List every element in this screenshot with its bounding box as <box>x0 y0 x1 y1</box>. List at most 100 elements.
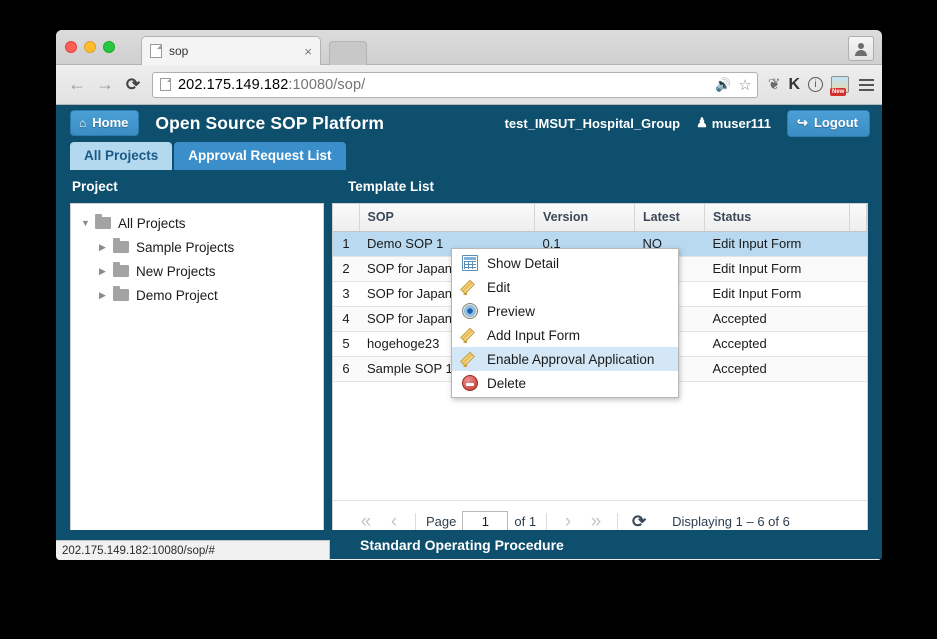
forward-icon[interactable]: → <box>92 72 118 98</box>
tree-item-all-projects[interactable]: ▼ All Projects <box>71 211 323 235</box>
context-menu-item-preview[interactable]: Preview <box>452 299 678 323</box>
template-list-panel: Template List SOP Version Latest Status <box>332 170 882 559</box>
divider <box>546 513 548 530</box>
column-header-status[interactable]: Status <box>704 204 850 232</box>
browser-tab-title: sop <box>169 44 189 58</box>
picture-extension-icon[interactable]: New <box>830 76 849 96</box>
column-header-extra <box>849 204 867 232</box>
logout-button[interactable]: ↪ Logout <box>787 109 870 137</box>
context-menu-item-delete[interactable]: Delete <box>452 371 678 395</box>
column-header-index[interactable] <box>333 204 360 232</box>
context-menu-item-show-detail[interactable]: Show Detail <box>452 251 678 275</box>
reload-icon[interactable]: ⟳ <box>120 72 146 98</box>
browser-tab[interactable]: sop × <box>141 36 321 65</box>
context-menu-item-label: Enable Approval Application <box>487 351 655 367</box>
kaspersky-extension-icon[interactable]: K <box>788 76 800 93</box>
paging-status: Displaying 1 – 6 of 6 <box>672 514 790 529</box>
cell-status: Accepted <box>704 331 850 357</box>
home-icon: ⌂ <box>79 115 87 130</box>
close-icon[interactable]: × <box>304 44 312 59</box>
chevron-right-icon[interactable]: ▶ <box>99 242 113 253</box>
app-header: ⌂ Home Open Source SOP Platform test_IMS… <box>56 105 882 141</box>
column-header-latest[interactable]: Latest <box>634 204 705 232</box>
cell-extra <box>849 281 867 307</box>
context-menu-item-label: Delete <box>487 375 527 391</box>
context-menu-item-edit[interactable]: Edit <box>452 275 678 299</box>
grid-icon <box>462 255 478 271</box>
chevron-right-icon[interactable]: ▶ <box>99 266 113 277</box>
tree-item-demo-project[interactable]: ▶ Demo Project <box>71 283 323 307</box>
tab-all-projects[interactable]: All Projects <box>70 142 173 170</box>
current-user: ♟ muser111 <box>696 115 771 131</box>
tree-item-label: New Projects <box>136 263 216 279</box>
row-index: 1 <box>333 231 359 257</box>
address-bar[interactable]: 202.175.149.182:10080/sop/ 🔊 ☆ <box>152 71 758 98</box>
evernote-extension-icon[interactable]: ❦ <box>768 77 781 92</box>
row-index: 5 <box>333 331 359 357</box>
context-menu-item-label: Preview <box>487 303 536 319</box>
context-menu-item-add-input-form[interactable]: Add Input Form <box>452 323 678 347</box>
cell-status: Accepted <box>704 306 850 332</box>
close-window-button[interactable] <box>65 41 77 53</box>
cell-extra <box>849 306 867 332</box>
cell-status: Accepted <box>704 356 850 382</box>
tree-item-label: Demo Project <box>136 287 218 303</box>
refresh-icon[interactable]: ⟳ <box>628 512 650 532</box>
delete-icon <box>462 375 478 391</box>
hamburger-menu-icon[interactable] <box>859 78 874 91</box>
row-index: 2 <box>333 256 359 282</box>
page-title: Open Source SOP Platform <box>155 112 385 133</box>
tree-item-new-projects[interactable]: ▶ New Projects <box>71 259 323 283</box>
template-grid: SOP Version Latest Status 1 Demo SOP 1 0… <box>332 203 868 543</box>
row-index: 4 <box>333 306 359 332</box>
row-index: 6 <box>333 356 359 382</box>
header-right-group: test_IMSUT_Hospital_Group ♟ muser111 ↪ L… <box>505 109 870 137</box>
project-panel: Project ▼ All Projects ▶ Sample Projects… <box>56 170 332 559</box>
new-tab-button[interactable] <box>329 41 367 65</box>
speaker-mute-icon[interactable]: 🔊 <box>715 77 734 93</box>
address-path: :10080/sop/ <box>288 76 366 93</box>
template-list-header: Template List <box>348 179 435 194</box>
context-menu-item-enable-approval-application[interactable]: Enable Approval Application <box>452 347 678 371</box>
web-app: ⌂ Home Open Source SOP Platform test_IMS… <box>56 105 882 559</box>
column-header-sop[interactable]: SOP <box>359 204 535 232</box>
context-menu-item-label: Add Input Form <box>487 327 581 343</box>
project-panel-header: Project <box>72 179 118 194</box>
window-traffic-lights <box>65 41 115 53</box>
row-index: 3 <box>333 281 359 307</box>
page-icon <box>160 78 171 91</box>
maximize-window-button[interactable] <box>103 41 115 53</box>
chevron-down-icon[interactable]: ▼ <box>81 218 95 228</box>
profile-button[interactable] <box>848 36 874 61</box>
context-menu: Show Detail Edit Preview Add Input Form … <box>451 248 679 398</box>
browser-tabstrip: sop × <box>56 30 882 65</box>
browser-window: sop × ← → ⟳ 202.175.149.182:10080/sop/ 🔊… <box>56 30 882 560</box>
browser-toolbar: ← → ⟳ 202.175.149.182:10080/sop/ 🔊 ☆ ❦ K… <box>56 65 882 105</box>
user-icon: ♟ <box>696 115 708 130</box>
pencil-icon <box>462 279 478 295</box>
tree-item-label: All Projects <box>118 215 186 231</box>
divider <box>617 513 619 530</box>
context-menu-item-label: Show Detail <box>487 255 560 271</box>
cell-status: Edit Input Form <box>704 281 850 307</box>
project-tree: ▼ All Projects ▶ Sample Projects ▶ New P… <box>70 203 324 543</box>
info-extension-icon[interactable]: i <box>808 77 823 92</box>
logout-button-label: Logout <box>813 115 858 130</box>
tab-approval-request-list[interactable]: Approval Request List <box>174 142 346 170</box>
page-label: Page <box>426 514 457 529</box>
tree-item-sample-projects[interactable]: ▶ Sample Projects <box>71 235 323 259</box>
extension-new-badge: New <box>830 88 847 96</box>
back-icon[interactable]: ← <box>64 72 90 98</box>
cell-status: Edit Input Form <box>704 231 850 257</box>
bookmark-star-icon[interactable]: ☆ <box>738 76 751 94</box>
app-body: Project ▼ All Projects ▶ Sample Projects… <box>56 170 882 559</box>
pencil-icon <box>462 327 478 343</box>
pencil-icon <box>462 351 478 367</box>
column-header-version[interactable]: Version <box>534 204 635 232</box>
minimize-window-button[interactable] <box>84 41 96 53</box>
home-button-label: Home <box>92 115 129 130</box>
folder-icon <box>113 262 129 277</box>
home-button[interactable]: ⌂ Home <box>70 110 140 136</box>
chevron-right-icon[interactable]: ▶ <box>99 290 113 301</box>
table-header-row: SOP Version Latest Status <box>333 204 867 232</box>
